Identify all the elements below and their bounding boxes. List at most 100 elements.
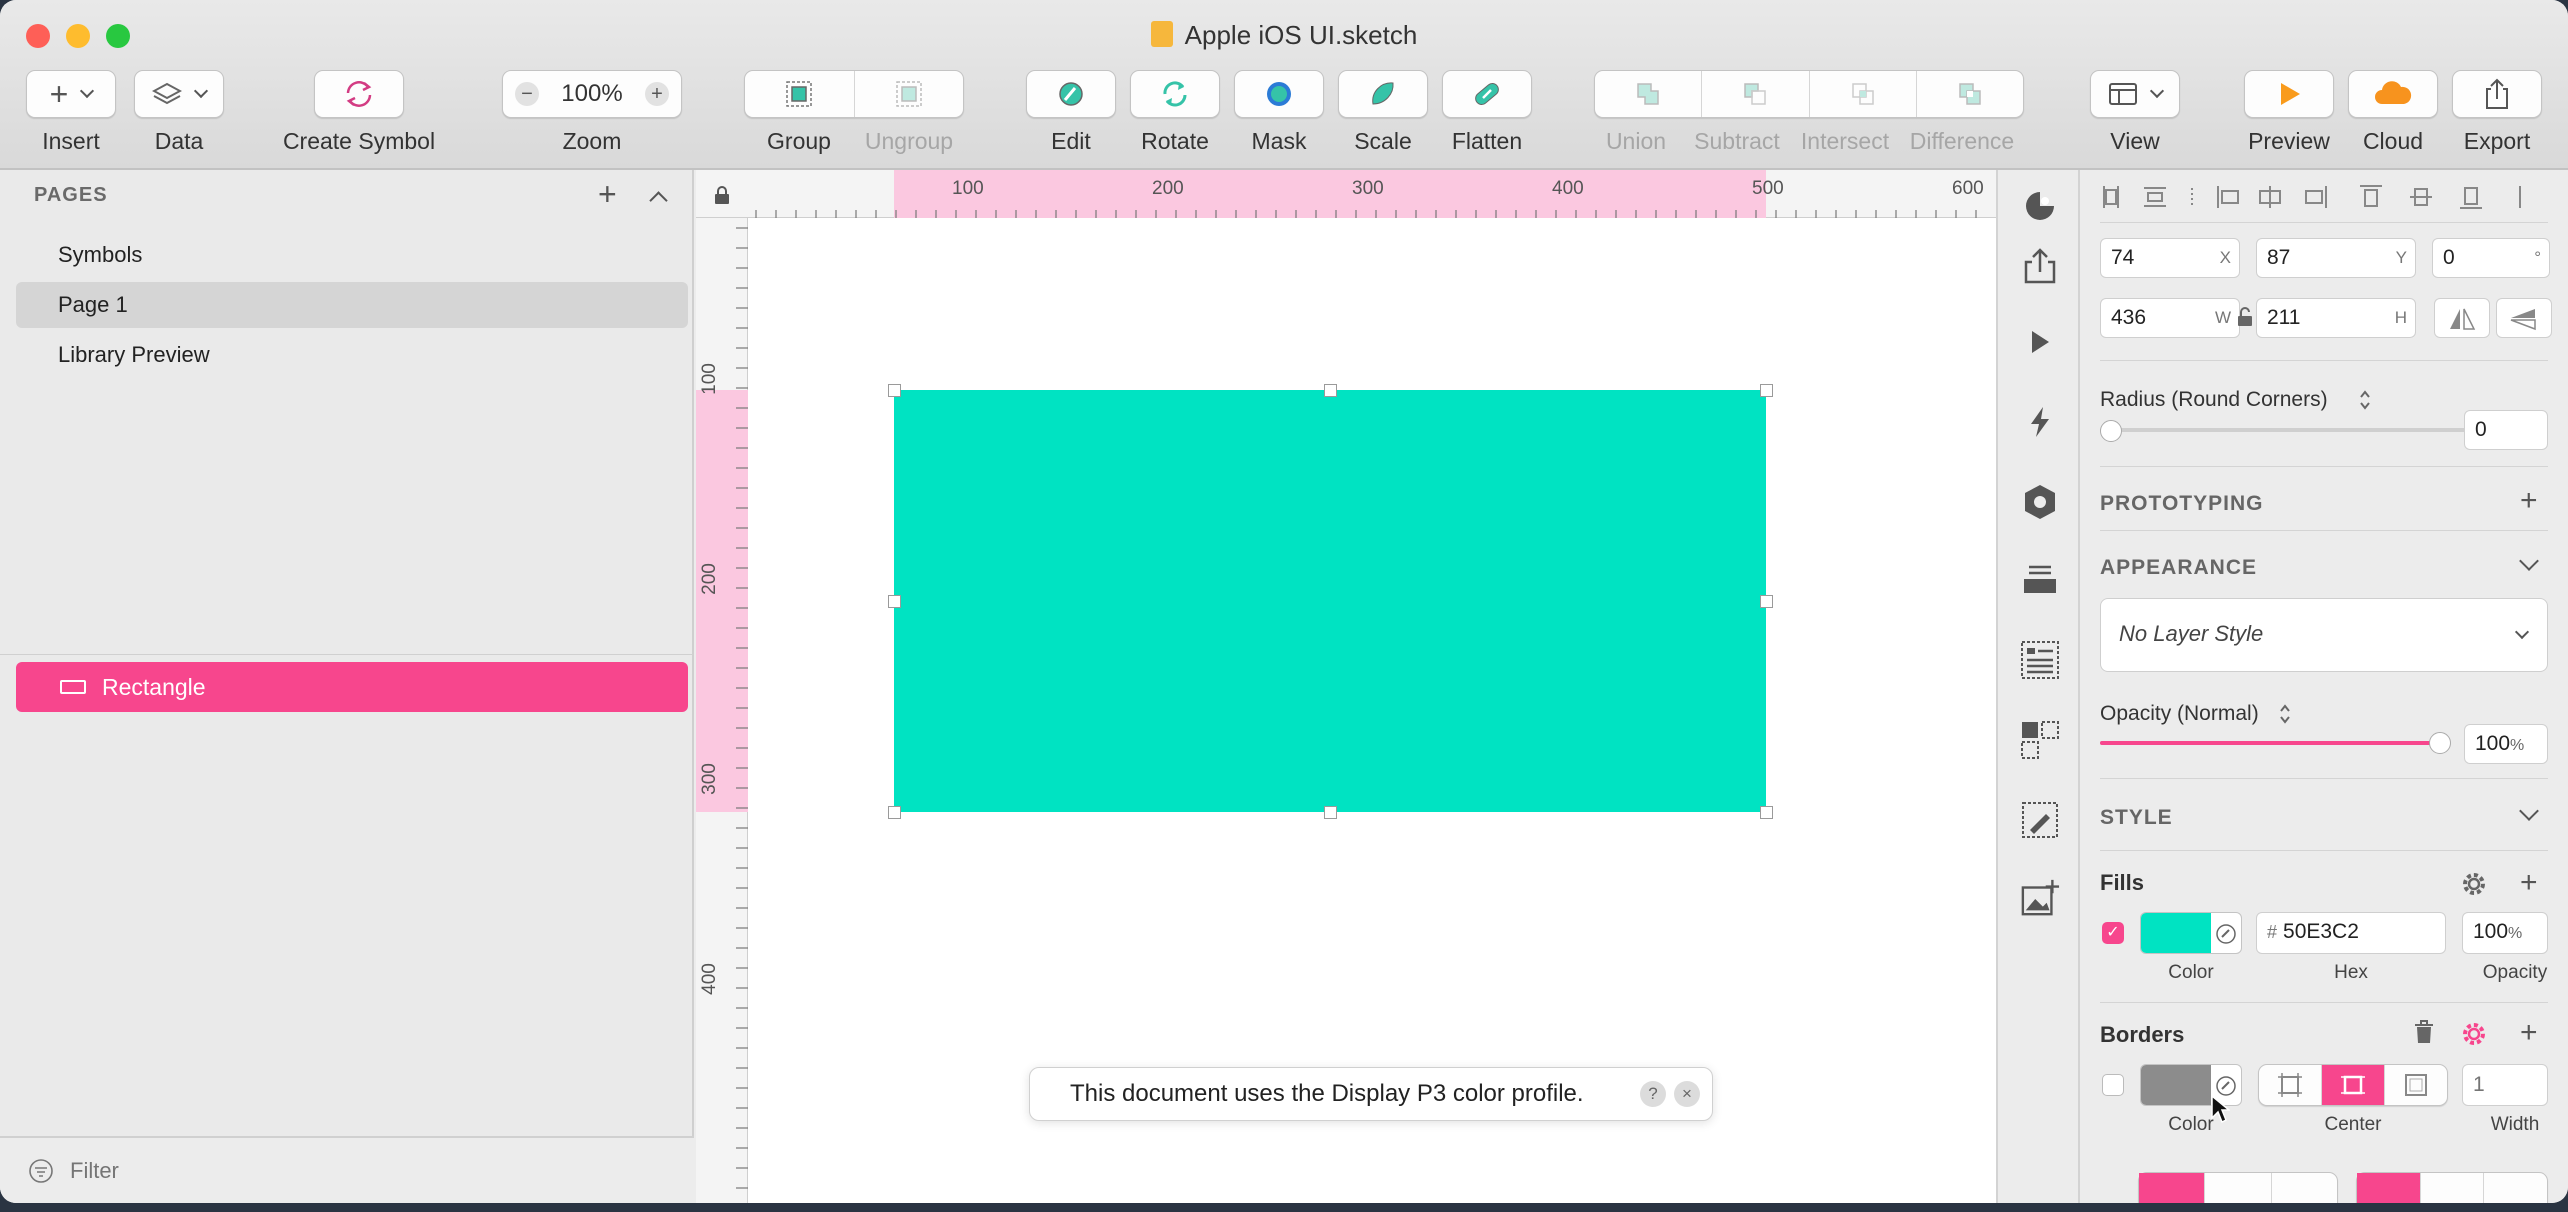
- border-join-button[interactable]: [2421, 1173, 2485, 1203]
- fill-opacity-field[interactable]: 100%: [2462, 912, 2548, 954]
- rotate-button[interactable]: [1130, 70, 1220, 118]
- create-symbol-button[interactable]: [314, 70, 404, 118]
- add-prototyping-icon[interactable]: +: [2520, 486, 2538, 516]
- radius-field[interactable]: 0: [2464, 410, 2548, 450]
- list-tab[interactable]: [2020, 640, 2060, 680]
- collapse-appearance-icon[interactable]: [2519, 551, 2539, 571]
- filter-input[interactable]: [70, 1154, 670, 1188]
- edit-image-tab[interactable]: [2020, 800, 2060, 840]
- border-options-segment: [2138, 1172, 2338, 1203]
- gear-icon[interactable]: [2460, 1020, 2488, 1048]
- flip-horizontal-button[interactable]: [2434, 298, 2490, 338]
- lock-icon[interactable]: [712, 184, 732, 206]
- border-join-button[interactable]: [2484, 1173, 2547, 1203]
- help-button[interactable]: ?: [1640, 1081, 1666, 1107]
- resize-handle[interactable]: [888, 384, 901, 397]
- play-icon: [2281, 83, 2300, 105]
- stepper-icon[interactable]: [2358, 388, 2372, 412]
- resize-handle[interactable]: [1760, 384, 1773, 397]
- flip-vertical-button[interactable]: [2496, 298, 2552, 338]
- interaction-tab[interactable]: [2020, 402, 2060, 442]
- components-tab[interactable]: [2020, 720, 2060, 760]
- zoom-out-icon[interactable]: −: [515, 82, 539, 106]
- page-item-symbols[interactable]: Symbols: [16, 232, 688, 278]
- stepper-icon[interactable]: [2278, 702, 2292, 726]
- border-width-field[interactable]: [2462, 1064, 2548, 1106]
- view-button[interactable]: [2090, 70, 2180, 118]
- divider: [2100, 778, 2548, 779]
- intersect-button[interactable]: [1810, 71, 1917, 117]
- prototype-tab[interactable]: [2020, 322, 2060, 362]
- opacity-field[interactable]: 100%: [2464, 724, 2548, 764]
- design-tab[interactable]: [2020, 186, 2060, 226]
- resize-handle[interactable]: [1324, 384, 1337, 397]
- x-value: 74: [2111, 246, 2135, 269]
- ruler-label: 600: [1952, 178, 1984, 199]
- border-inside-button[interactable]: [2259, 1065, 2322, 1105]
- fill-enabled-checkbox[interactable]: ✓: [2102, 922, 2124, 944]
- subtract-button[interactable]: [1702, 71, 1810, 117]
- radius-slider-thumb[interactable]: [2100, 420, 2122, 442]
- symbols-tab[interactable]: [2020, 482, 2060, 522]
- resize-handle[interactable]: [888, 806, 901, 819]
- y-position-field[interactable]: 87 Y: [2256, 238, 2416, 278]
- add-page-icon[interactable]: +: [598, 176, 617, 213]
- layer-item-rectangle[interactable]: Rectangle: [16, 662, 688, 712]
- union-button[interactable]: [1595, 71, 1703, 117]
- data-button[interactable]: [134, 70, 224, 118]
- border-option-button[interactable]: [2272, 1173, 2337, 1203]
- layer-style-dropdown[interactable]: No Layer Style: [2100, 598, 2548, 672]
- resize-handle[interactable]: [888, 595, 901, 608]
- difference-button[interactable]: [1917, 71, 2023, 117]
- rectangle-layer[interactable]: [894, 390, 1766, 812]
- resize-handle[interactable]: [1324, 806, 1337, 819]
- trash-icon[interactable]: [2412, 1018, 2436, 1046]
- opacity-slider-thumb[interactable]: [2429, 732, 2451, 754]
- flatten-button[interactable]: [1442, 70, 1532, 118]
- share-tab[interactable]: [2020, 236, 2060, 296]
- close-notice-button[interactable]: ×: [1674, 1081, 1700, 1107]
- height-field[interactable]: 211 H: [2256, 298, 2416, 338]
- border-outside-button[interactable]: [2385, 1065, 2447, 1105]
- add-image-tab[interactable]: [2020, 878, 2060, 918]
- rotation-field[interactable]: 0 °: [2432, 238, 2550, 278]
- scale-button[interactable]: [1338, 70, 1428, 118]
- add-fill-icon[interactable]: +: [2520, 868, 2538, 898]
- border-option-button[interactable]: [2205, 1173, 2272, 1203]
- lock-aspect-icon[interactable]: [2236, 306, 2254, 328]
- collapse-style-icon[interactable]: [2519, 801, 2539, 821]
- ungroup-button[interactable]: [855, 71, 964, 117]
- resize-handle[interactable]: [1760, 806, 1773, 819]
- group-button[interactable]: [745, 71, 855, 117]
- export-button[interactable]: [2452, 70, 2542, 118]
- border-outside-icon: [2405, 1074, 2427, 1096]
- edit-button[interactable]: [1026, 70, 1116, 118]
- border-center-button[interactable]: [2322, 1065, 2385, 1105]
- canvas[interactable]: 100 200 300 400 500 600 100 200 300 400 …: [696, 170, 1996, 1203]
- x-position-field[interactable]: 74 X: [2100, 238, 2240, 278]
- divider: [2100, 530, 2548, 531]
- fill-color-well[interactable]: [2140, 912, 2242, 954]
- fill-hex-field[interactable]: #50E3C2: [2256, 912, 2446, 954]
- opacity-slider-track[interactable]: [2100, 741, 2440, 745]
- resize-handle[interactable]: [1760, 595, 1773, 608]
- border-position-segment: [2258, 1064, 2448, 1106]
- mask-button[interactable]: [1234, 70, 1324, 118]
- border-option-button[interactable]: [2139, 1173, 2206, 1203]
- zoom-in-icon[interactable]: +: [644, 82, 669, 106]
- cloud-button[interactable]: [2348, 70, 2438, 118]
- border-join-button[interactable]: [2357, 1173, 2421, 1203]
- border-enabled-checkbox[interactable]: [2102, 1074, 2124, 1096]
- add-border-icon[interactable]: +: [2520, 1018, 2538, 1048]
- width-field[interactable]: 436 W: [2100, 298, 2240, 338]
- radius-label: Radius (Round Corners): [2100, 388, 2328, 411]
- insert-button[interactable]: +: [26, 70, 116, 118]
- preview-button[interactable]: [2244, 70, 2334, 118]
- gear-icon[interactable]: [2460, 870, 2488, 898]
- radius-slider-track[interactable]: [2100, 428, 2470, 432]
- layout-tab[interactable]: [2020, 560, 2060, 600]
- page-item-library-preview[interactable]: Library Preview: [16, 332, 688, 378]
- page-item-page-1[interactable]: Page 1: [16, 282, 688, 328]
- zoom-control[interactable]: − 100% +: [502, 70, 682, 118]
- collapse-pages-icon[interactable]: [649, 191, 668, 210]
